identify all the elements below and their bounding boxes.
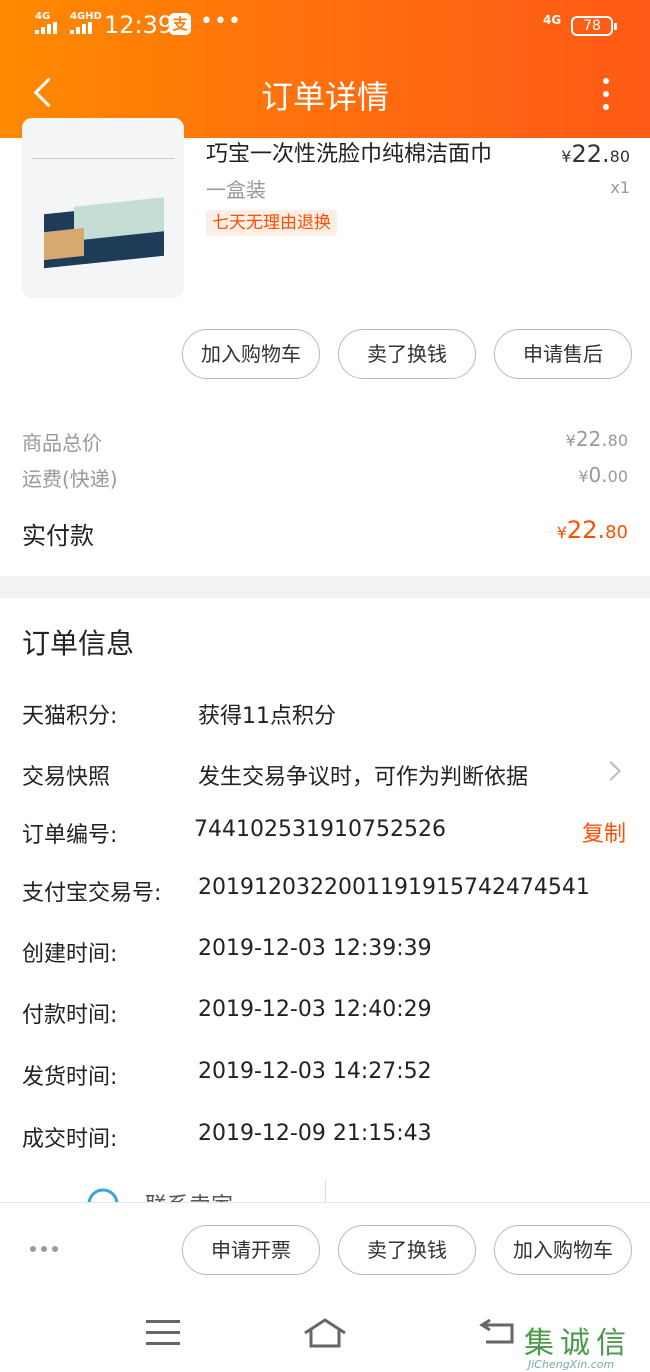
chevron-right-icon[interactable] (601, 761, 621, 781)
product-image[interactable] (22, 118, 184, 298)
status-time: 12:39 (104, 11, 174, 39)
copy-button[interactable]: 复制 (582, 816, 626, 848)
more-options-button[interactable] (596, 76, 616, 112)
subtotal-amount: ¥22.80 (565, 427, 628, 451)
status-bar: 4G 4GHD 12:39 支 ••• 4G 78 (0, 0, 650, 50)
product-price: ¥22.80 (561, 140, 630, 168)
add-to-cart-bottom-button[interactable]: 加入购物车 (494, 1225, 632, 1275)
add-to-cart-button[interactable]: 加入购物车 (182, 329, 320, 379)
back-nav-icon[interactable] (478, 1316, 518, 1346)
more-actions-icon[interactable] (28, 1244, 60, 1254)
paid-amount: ¥22.80 (556, 516, 628, 544)
subtotal-label: 商品总价 (22, 431, 102, 455)
created-time-label: 创建时间: (22, 942, 118, 967)
signal-2-label: 4GHD (70, 11, 102, 22)
return-policy-tag: 七天无理由退换 (206, 210, 337, 236)
status-more-icon: ••• (200, 9, 242, 34)
shipped-time-label: 发货时间: (22, 1065, 118, 1090)
shipping-amount: ¥0.00 (578, 463, 628, 487)
deal-time-label: 成交时间: (22, 1127, 118, 1152)
signal-1-icon (35, 22, 57, 34)
alipay-trade-value: 2019120322001191915742474541 (198, 875, 590, 900)
sell-button[interactable]: 卖了换钱 (338, 329, 476, 379)
alipay-trade-label: 支付宝交易号: (22, 881, 162, 906)
deal-time-value: 2019-12-09 21:15:43 (198, 1121, 432, 1146)
points-label: 天猫积分: (22, 704, 118, 729)
product-spec: 一盒装 (206, 178, 266, 202)
menu-icon[interactable] (146, 1320, 180, 1346)
section-divider (0, 576, 650, 598)
order-number-label: 订单编号: (22, 823, 118, 848)
paid-label: 实付款 (22, 522, 94, 550)
points-value: 获得11点积分 (198, 704, 336, 729)
shipping-label: 运费(快递) (22, 467, 118, 491)
page-title: 订单详情 (260, 78, 389, 116)
network-label: 4G (543, 13, 562, 27)
shipped-time-value: 2019-12-03 14:27:52 (198, 1059, 432, 1084)
battery-icon: 78 (571, 16, 617, 36)
home-icon[interactable] (302, 1316, 348, 1350)
snapshot-value[interactable]: 发生交易争议时，可作为判断依据 (198, 759, 528, 791)
after-sale-button[interactable]: 申请售后 (494, 329, 632, 379)
signal-1-label: 4G (35, 11, 51, 22)
alipay-icon: 支 (169, 13, 191, 35)
paid-time-label: 付款时间: (22, 1003, 118, 1028)
order-info-title: 订单信息 (22, 627, 135, 660)
sell-bottom-button[interactable]: 卖了换钱 (338, 1225, 476, 1275)
watermark-logo: 集诚信 JiChengXin.com (524, 1326, 632, 1371)
paid-time-value: 2019-12-03 12:40:29 (198, 997, 432, 1022)
created-time-value: 2019-12-03 12:39:39 (198, 936, 432, 961)
order-number-value: 744102531910752526 (194, 817, 446, 842)
product-name[interactable]: 巧宝一次性洗脸巾纯棉洁面巾 (206, 136, 492, 168)
signal-2-icon (70, 22, 92, 34)
product-quantity: x1 (610, 178, 630, 197)
contact-divider (325, 1180, 326, 1204)
invoice-button[interactable]: 申请开票 (182, 1225, 320, 1275)
snapshot-label[interactable]: 交易快照 (22, 759, 110, 791)
